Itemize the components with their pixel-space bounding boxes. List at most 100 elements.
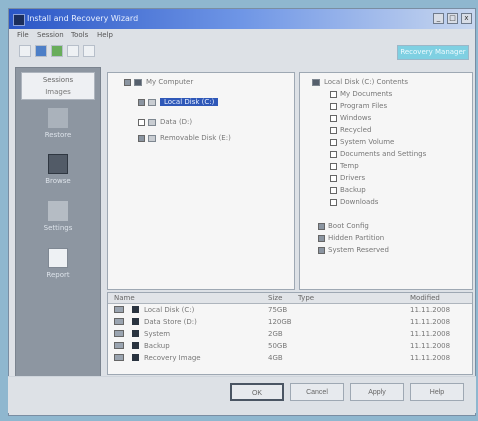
contents-item-label: Hidden Partition — [328, 234, 385, 242]
drive-icon — [132, 354, 139, 361]
tree-root-checkbox[interactable] — [124, 78, 131, 86]
application-window: Install and Recovery Wizard _ □ x File S… — [8, 8, 476, 416]
drive-icon — [132, 318, 139, 325]
item-checkbox[interactable] — [330, 138, 337, 146]
menu-file[interactable]: File — [17, 31, 29, 39]
menu-session[interactable]: Session — [37, 31, 64, 39]
row-name: System — [144, 330, 171, 338]
settings-icon[interactable] — [83, 45, 95, 57]
tree-checkbox[interactable] — [138, 118, 145, 126]
table-row[interactable]: Local Disk (C:) 75GB 11.11.2008 — [108, 305, 472, 315]
menu-tools[interactable]: Tools — [71, 31, 88, 39]
item-checkbox[interactable] — [330, 150, 337, 158]
contents-item[interactable]: Program Files — [330, 101, 387, 111]
tree-item-label: Data (D:) — [160, 118, 193, 126]
contents-item[interactable]: Boot Config — [318, 221, 369, 231]
left-sidebar: Sessions Images Restore Browse Settings … — [15, 67, 101, 387]
item-checkbox[interactable] — [330, 114, 337, 122]
column-header-size[interactable]: Size — [268, 294, 282, 302]
contents-item[interactable]: System Volume — [330, 137, 394, 147]
restore-icon[interactable] — [48, 108, 68, 128]
tree-root-label: My Computer — [146, 78, 194, 86]
grid-icon[interactable] — [48, 154, 68, 174]
column-header-type[interactable]: Type — [298, 294, 314, 302]
contents-item[interactable]: System Reserved — [318, 245, 389, 255]
tree-checkbox[interactable] — [138, 134, 145, 142]
item-checkbox[interactable] — [330, 174, 337, 182]
row-checkbox[interactable] — [114, 342, 124, 349]
tree-checkbox[interactable] — [138, 98, 145, 106]
contents-item[interactable]: Hidden Partition — [318, 233, 384, 243]
column-header-modified[interactable]: Modified — [410, 294, 440, 302]
menu-help[interactable]: Help — [97, 31, 113, 39]
row-date: 11.11.2008 — [410, 318, 451, 326]
tree-item-row[interactable]: Local Disk (C:) — [138, 97, 219, 107]
folder-contents-pane[interactable]: Local Disk (C:) Contents My Documents Pr… — [299, 72, 473, 290]
contents-item[interactable]: Windows — [330, 113, 371, 123]
sidebar-item-browse[interactable]: Browse — [16, 177, 100, 185]
item-checkbox[interactable] — [330, 198, 337, 206]
contents-item[interactable]: Drivers — [330, 173, 365, 183]
tree-root-row[interactable]: My Computer — [124, 77, 193, 87]
item-checkbox[interactable] — [330, 102, 337, 110]
back-icon[interactable] — [19, 45, 31, 57]
button-bar: OK Cancel Apply Help — [8, 376, 476, 413]
folder-icon[interactable] — [51, 45, 63, 57]
tree-item-row[interactable]: Removable Disk (E:) — [138, 133, 231, 143]
table-row[interactable]: Backup 50GB 11.11.2008 — [108, 341, 472, 351]
folder-tree-pane[interactable]: My Computer Local Disk (C:) Data (D:) Re… — [107, 72, 295, 290]
toolbar-field[interactable]: Recovery Manager — [397, 45, 469, 60]
menu-bar: File Session Tools Help — [9, 29, 475, 41]
help-button[interactable]: Help — [410, 383, 464, 401]
contents-item-label: Documents and Settings — [340, 150, 427, 158]
item-checkbox[interactable] — [330, 162, 337, 170]
column-header-name[interactable]: Name — [114, 294, 135, 302]
cancel-button[interactable]: Cancel — [290, 383, 344, 401]
row-checkbox[interactable] — [114, 354, 124, 361]
tree-item-row[interactable]: Data (D:) — [138, 117, 192, 127]
contents-item[interactable]: Recycled — [330, 125, 371, 135]
contents-root-row: Local Disk (C:) Contents — [312, 77, 408, 87]
report-icon[interactable] — [48, 248, 68, 268]
table-row[interactable]: Recovery Image 4GB 11.11.2008 — [108, 353, 472, 363]
sidebar-header[interactable]: Sessions Images — [21, 72, 95, 100]
row-checkbox[interactable] — [114, 306, 124, 313]
row-name: Data Store (D:) — [144, 318, 197, 326]
table-row[interactable]: Data Store (D:) 120GB 11.11.2008 — [108, 317, 472, 327]
contents-item-label: Downloads — [340, 198, 379, 206]
contents-item[interactable]: Documents and Settings — [330, 149, 426, 159]
item-checkbox[interactable] — [318, 222, 325, 230]
contents-item-label: Recycled — [340, 126, 372, 134]
ok-button[interactable]: OK — [230, 383, 284, 401]
item-checkbox[interactable] — [330, 186, 337, 194]
row-date: 11.11.2008 — [410, 342, 451, 350]
contents-item[interactable]: Temp — [330, 161, 359, 171]
table-row[interactable]: System 2GB 11.11.2008 — [108, 329, 472, 339]
tree-item-label: Local Disk (C:) — [160, 98, 219, 106]
contents-item[interactable]: Downloads — [330, 197, 378, 207]
maximize-button[interactable]: □ — [447, 13, 458, 24]
refresh-icon[interactable] — [35, 45, 47, 57]
apply-button[interactable]: Apply — [350, 383, 404, 401]
contents-item[interactable]: My Documents — [330, 89, 392, 99]
contents-item[interactable]: Backup — [330, 185, 366, 195]
sidebar-item-report[interactable]: Report — [16, 271, 100, 279]
document-icon[interactable] — [48, 201, 68, 221]
title-bar: Install and Recovery Wizard _ □ x — [9, 9, 475, 29]
item-checkbox[interactable] — [318, 234, 325, 242]
minimize-button[interactable]: _ — [433, 13, 444, 24]
contents-root-label: Local Disk (C:) Contents — [324, 78, 409, 86]
view-icon[interactable] — [67, 45, 79, 57]
item-checkbox[interactable] — [330, 90, 337, 98]
row-checkbox[interactable] — [114, 330, 124, 337]
row-name: Recovery Image — [144, 354, 201, 362]
sidebar-header-subtitle: Images — [45, 88, 71, 96]
sidebar-item-settings[interactable]: Settings — [16, 224, 100, 232]
contents-item-label: Windows — [340, 114, 372, 122]
close-button[interactable]: x — [461, 13, 472, 24]
sidebar-item-restore[interactable]: Restore — [16, 131, 100, 139]
computer-icon — [134, 78, 142, 86]
item-checkbox[interactable] — [330, 126, 337, 134]
row-checkbox[interactable] — [114, 318, 124, 325]
item-checkbox[interactable] — [318, 246, 325, 254]
